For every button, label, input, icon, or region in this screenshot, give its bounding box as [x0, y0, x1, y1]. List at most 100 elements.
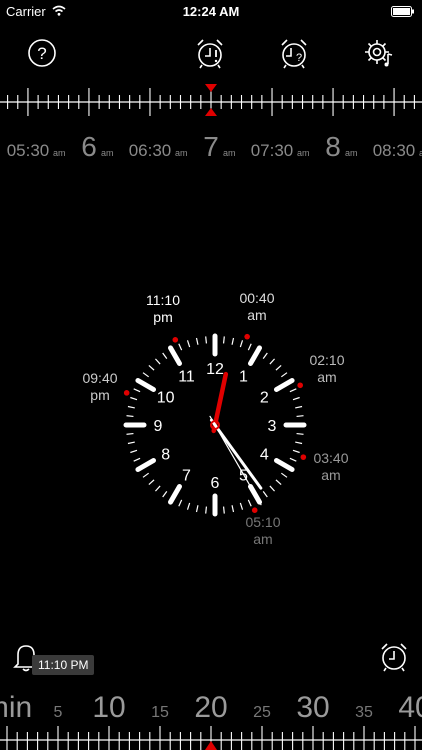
- clock-numeral: 2: [260, 390, 269, 407]
- minute-ruler-label: 5: [54, 704, 63, 721]
- clock-minute-mark: [142, 472, 150, 478]
- minute-ruler-label: 30: [296, 691, 329, 724]
- help-button[interactable]: ?: [25, 36, 59, 70]
- time-ruler-label-suffix: am: [175, 148, 188, 158]
- alarm-clock-exclamation-icon: [197, 39, 223, 69]
- clock-minute-mark: [231, 505, 235, 513]
- minute-ruler-label: 10: [92, 691, 125, 724]
- clock-minute-mark: [247, 499, 252, 507]
- minute-ruler-labels: min 5 10 15 20 25 30 35 40: [0, 691, 422, 724]
- sleep-cycle-period: am: [247, 307, 266, 323]
- sleep-cycle-time: 09:40: [82, 370, 117, 386]
- clock-numeral: 8: [161, 447, 170, 464]
- clock-numeral: 9: [154, 418, 163, 435]
- time-ruler-label: 6: [81, 131, 97, 162]
- clock-minute-mark: [126, 432, 134, 435]
- clock-minute-mark: [148, 479, 155, 485]
- clock-minute-mark: [130, 449, 138, 454]
- minute-ruler[interactable]: min 5 10 15 20 25 30 35 40: [0, 680, 422, 750]
- clock-numeral: 3: [268, 418, 277, 435]
- clock-numeral: 6: [211, 475, 220, 492]
- clock-numeral: 11: [178, 369, 195, 386]
- clock-minute-mark: [292, 449, 300, 454]
- time-ruler-label-suffix: am: [297, 148, 310, 158]
- clock-minute-mark: [289, 388, 297, 393]
- clock-minute-mark: [130, 396, 138, 401]
- time-ruler-label: 05:30: [7, 141, 50, 160]
- hour-hand: [211, 371, 229, 434]
- clock-minute-mark: [239, 502, 244, 510]
- sleep-cycle-time: 05:10: [245, 514, 280, 530]
- clock-minute-mark: [178, 499, 183, 507]
- clock-minute-mark: [275, 479, 282, 485]
- clock-minute-mark: [155, 485, 161, 492]
- time-ruler-label-suffix: am: [223, 148, 236, 158]
- sleep-cycle-dot: [251, 507, 258, 513]
- time-ruler-label-suffix: am: [345, 148, 358, 158]
- clock-minute-mark: [186, 502, 191, 510]
- clock-minute-mark: [133, 457, 141, 462]
- battery-icon: [391, 6, 414, 17]
- clock-hour-mark: [135, 458, 157, 472]
- clock-minute-mark: [127, 405, 135, 409]
- clock-minute-mark: [195, 337, 199, 345]
- clock-minute-mark: [205, 336, 208, 344]
- sleep-cycle-dot: [123, 390, 130, 396]
- clock-minute-mark: [148, 365, 155, 371]
- svg-text:?: ?: [37, 44, 46, 63]
- svg-text:?: ?: [296, 52, 302, 64]
- sleep-cycle-dot: [172, 337, 179, 343]
- clock-minute-mark: [280, 472, 288, 478]
- clock-minute-mark: [280, 372, 288, 378]
- sleep-cycle-time: 00:40: [239, 290, 274, 306]
- minute-marker-triangle: [205, 741, 217, 750]
- clock-minute-mark: [133, 388, 141, 393]
- clock-minute-mark: [127, 441, 135, 445]
- alarm-button[interactable]: [193, 36, 227, 70]
- time-marker-bottom-triangle: [205, 108, 217, 116]
- reminder-tooltip: 11:10 PM: [32, 655, 95, 675]
- time-ruler[interactable]: 05:30am6am06:30am7am07:30am8am08:30am: [0, 80, 422, 172]
- clock-hour-mark: [168, 483, 182, 505]
- clock-minute-mark: [222, 506, 225, 514]
- sleep-cycle-dot: [244, 333, 250, 340]
- clock-minute-mark: [262, 352, 268, 360]
- minute-ruler-label: 35: [355, 704, 373, 721]
- time-marker-top-triangle: [205, 84, 217, 92]
- sleep-cycle-dot: [300, 454, 307, 460]
- gear-music-icon: [365, 40, 393, 67]
- settings-button[interactable]: [361, 36, 395, 70]
- sleep-cycle-period: am: [317, 369, 336, 385]
- sleep-cycle-period: am: [253, 531, 272, 547]
- clock-minute-mark: [269, 358, 275, 365]
- minute-ruler-label: 40: [398, 691, 422, 724]
- time-ruler-label: 7: [203, 131, 219, 162]
- minute-ruler-label: min: [0, 691, 32, 724]
- clock-minute-mark: [296, 415, 304, 418]
- sleep-cycle-period: pm: [153, 309, 172, 325]
- minute-ruler-label: 20: [194, 691, 227, 724]
- sleep-cycle-button[interactable]: ?: [277, 36, 311, 70]
- status-time: 12:24 AM: [182, 4, 240, 19]
- clock-minute-mark: [231, 337, 235, 345]
- clock-hour-mark: [273, 378, 295, 392]
- clock-numeral: 10: [157, 390, 175, 407]
- minute-ruler-label: 25: [253, 704, 271, 721]
- clock-minute-mark: [275, 365, 282, 371]
- sleep-cycle-clock[interactable]: 12 1234567891011 11:10pm00:40am02:10am03:…: [70, 280, 360, 570]
- clock-minute-mark: [162, 490, 168, 498]
- clock-minute-mark: [142, 372, 150, 378]
- clock-minute-mark: [178, 343, 183, 351]
- clock-minute-mark: [205, 506, 208, 514]
- alarm-clock-icon: [381, 643, 407, 672]
- clock-hour-mark: [135, 378, 157, 392]
- clock-minute-mark: [269, 485, 275, 492]
- question-circle-icon: ?: [28, 39, 56, 67]
- clock-hour-mark: [168, 345, 182, 367]
- sleep-cycle-period: pm: [90, 387, 109, 403]
- sleep-cycle-time: 03:40: [313, 450, 348, 466]
- time-ruler-label: 8: [325, 131, 341, 162]
- bottom-alarm-button[interactable]: [377, 640, 411, 674]
- clock-minute-mark: [292, 396, 300, 401]
- top-toolbar: ? ?: [0, 36, 422, 76]
